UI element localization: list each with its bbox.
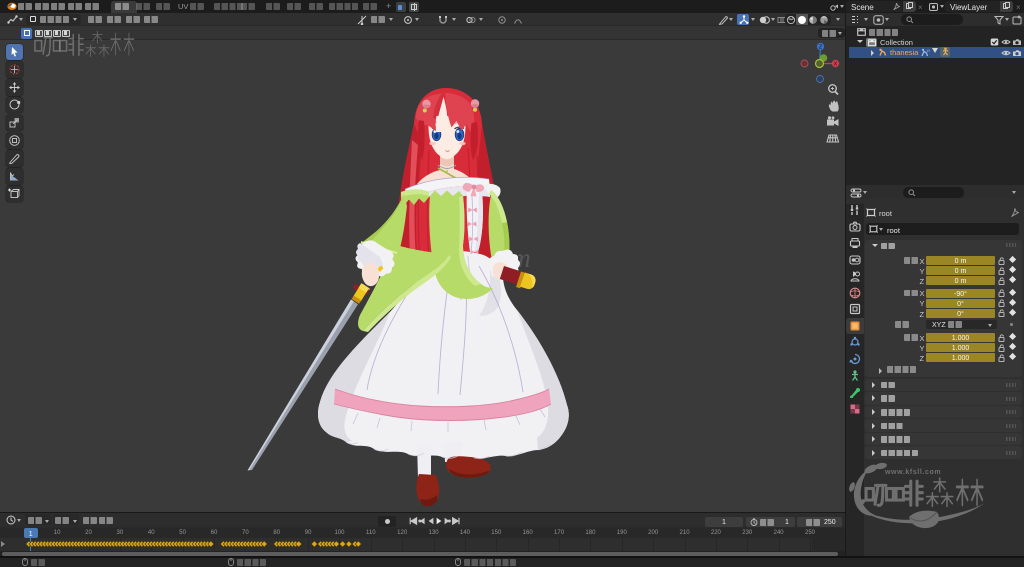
svg-text:19: 19 bbox=[926, 48, 930, 53]
svg-text:www.kfsll.com: www.kfsll.com bbox=[884, 469, 941, 476]
